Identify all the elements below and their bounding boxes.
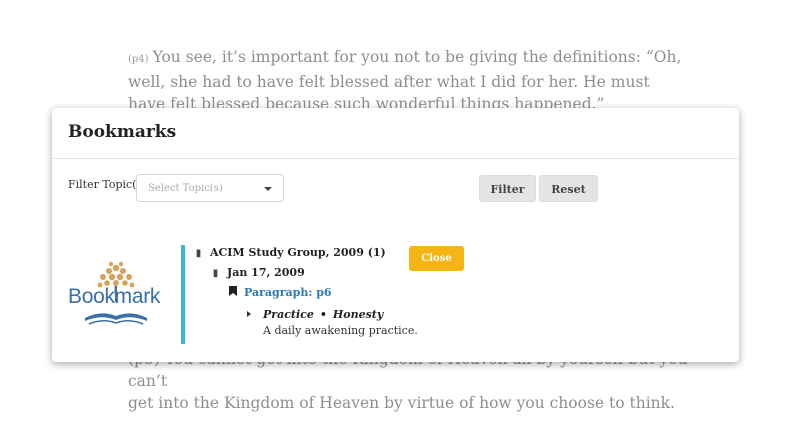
- paragraph-line: get into the Kingdom of Heaven by virtue…: [128, 394, 675, 412]
- modal-header: Bookmarks: [52, 108, 739, 159]
- bookmark-description: A daily awakening practice.: [263, 324, 418, 337]
- modal-title: Bookmarks: [68, 122, 177, 142]
- bookmark-date-row: ▮ Jan 17, 2009: [210, 266, 305, 279]
- topic-tag: Practice: [263, 308, 314, 321]
- paragraph-text: You see, it’s important for you not to b…: [128, 48, 682, 113]
- close-button[interactable]: Close: [409, 246, 464, 271]
- filter-button[interactable]: Filter: [479, 175, 536, 202]
- filter-topics-label: Filter Topic(s): [68, 178, 147, 191]
- bookmarks-modal: Bookmarks Filter Topic(s) Select Topic(s…: [52, 108, 739, 362]
- bookmark-date: Jan 17, 2009: [227, 266, 305, 279]
- bookmark-topics-row[interactable]: Practice • Honesty: [247, 308, 383, 321]
- bookmark-icon: [227, 286, 238, 299]
- logo-wordmark: Bookmark: [68, 285, 161, 308]
- document-icon: ▮: [212, 268, 219, 279]
- chevron-down-icon: [264, 187, 272, 191]
- topic-select[interactable]: Select Topic(s): [136, 174, 284, 202]
- bookmark-group-row: ▮ ACIM Study Group, 2009 (1): [193, 246, 386, 259]
- bookmark-group-title: ACIM Study Group, 2009 (1): [210, 246, 386, 259]
- caret-right-icon: [247, 311, 251, 317]
- topic-tag: Honesty: [332, 308, 384, 321]
- book-icon: ▮: [195, 248, 202, 259]
- bookmark-paragraph-link[interactable]: Paragraph: p6: [227, 286, 332, 299]
- bookmark-paragraph-label: Paragraph: p6: [244, 286, 332, 299]
- background-paragraph-p4: (p4) You see, it’s important for you not …: [128, 46, 688, 115]
- reset-button[interactable]: Reset: [539, 175, 598, 202]
- bookmark-logo: Bookmark: [65, 258, 167, 330]
- topic-select-placeholder: Select Topic(s): [148, 183, 223, 194]
- paragraph-number: (p4): [128, 54, 149, 65]
- topic-separator: •: [319, 308, 327, 321]
- bookmark-accent-bar: [181, 245, 185, 344]
